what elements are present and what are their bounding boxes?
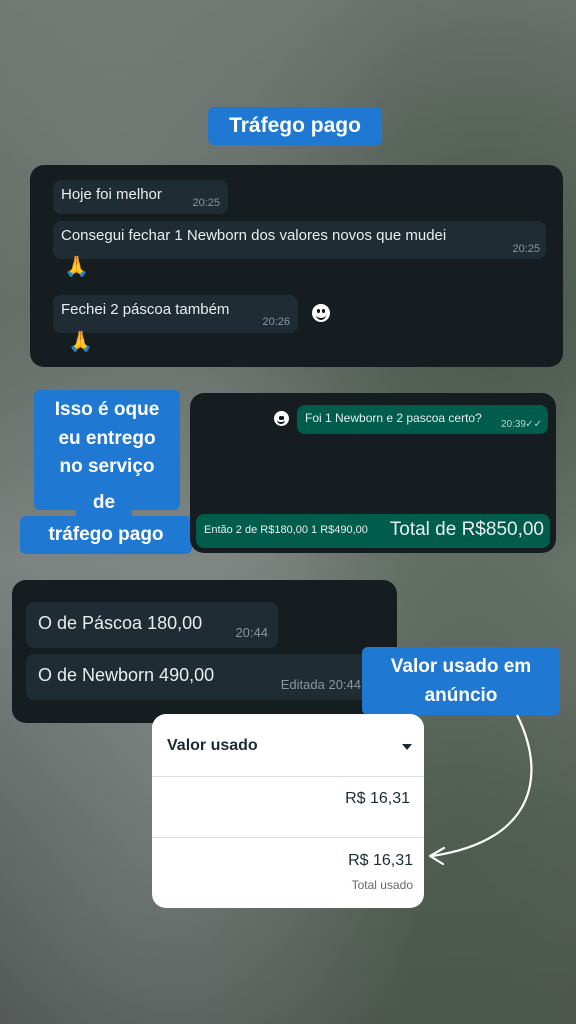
message-time: 20:25 [512,243,540,255]
card-row: R$ 16,31 [152,777,424,838]
message-text: Consegui fechar 1 Newborn dos valores no… [61,227,447,244]
message-text: Foi 1 Newborn e 2 pascoa certo? [305,411,482,425]
service-tag-line: Isso é oque [54,399,160,420]
message-text: O de Newborn 490,00 [38,665,215,685]
message-text: Fechei 2 páscoa também [61,301,230,318]
chat-screenshot-2: Foi 1 Newborn e 2 pascoa certo? 20:39 ✓✓ E… [190,393,556,553]
caret-down-icon [402,744,412,750]
card-row-total: R$ 16,31 Total usado [152,838,424,908]
message-time: 20:25 [192,197,220,209]
total-text: Total de R$850,00 [389,519,544,540]
service-tag-line: eu entrego [58,427,156,449]
message-text: Então 2 de R$180,00 1 R$490,00 [204,524,368,536]
card-header[interactable]: Valor usado [152,714,424,777]
service-tag-de: de [76,486,132,520]
double-check-icon: ✓✓ [525,419,542,430]
chat-message-outgoing: Então 2 de R$180,00 1 R$490,00 Total de … [196,514,550,548]
ad-spend-tag-text: Valor usado em anúncio [390,656,532,706]
chat-message: O de Newborn 490,00 Editada 20:44 [26,654,371,700]
chat-message: Consegui fechar 1 Newborn dos valores no… [53,221,546,259]
ad-spend-tag: Valor usado em anúncio [362,647,560,715]
chat-message: O de Páscoa 180,00 20:44 [26,602,278,648]
chat-screenshot-1: Hoje foi melhor 20:25 Consegui fechar 1 N… [30,165,563,367]
message-time: 20:26 [262,316,290,328]
card-header-label: Valor usado [167,737,258,754]
praying-hands-icon: 🙏 [68,331,93,353]
message-time: 20:39 [500,419,526,430]
message-time: Editada 20:44 [280,677,361,692]
chat-message: Fechei 2 páscoa também 20:26 [53,295,298,333]
message-text: Hoje foi melhor [61,186,162,203]
row-sublabel: Total usado [351,878,413,892]
chat-screenshot-3: O de Páscoa 180,00 20:44 O de Newborn 490… [12,580,397,723]
service-tag-last: tráfego pago [20,516,192,554]
row-value: R$ 16,31 [345,790,410,807]
smiley-icon [312,304,330,322]
chat-message: Hoje foi melhor 20:25 [53,180,228,214]
service-tag-line: no serviço [59,456,155,477]
praying-hands-icon: 🙏 [64,256,89,278]
smiley-icon [274,411,289,426]
ad-spend-card: Valor usado R$ 16,31 R$ 16,31 Total usad… [152,714,424,908]
message-time: 20:44 [235,625,268,640]
message-text: O de Páscoa 180,00 [38,613,203,633]
row-value: R$ 16,31 [348,852,413,869]
chat-message-outgoing: Foi 1 Newborn e 2 pascoa certo? 20:39 ✓✓ [297,405,548,434]
title-tag: Tráfego pago [208,107,382,145]
